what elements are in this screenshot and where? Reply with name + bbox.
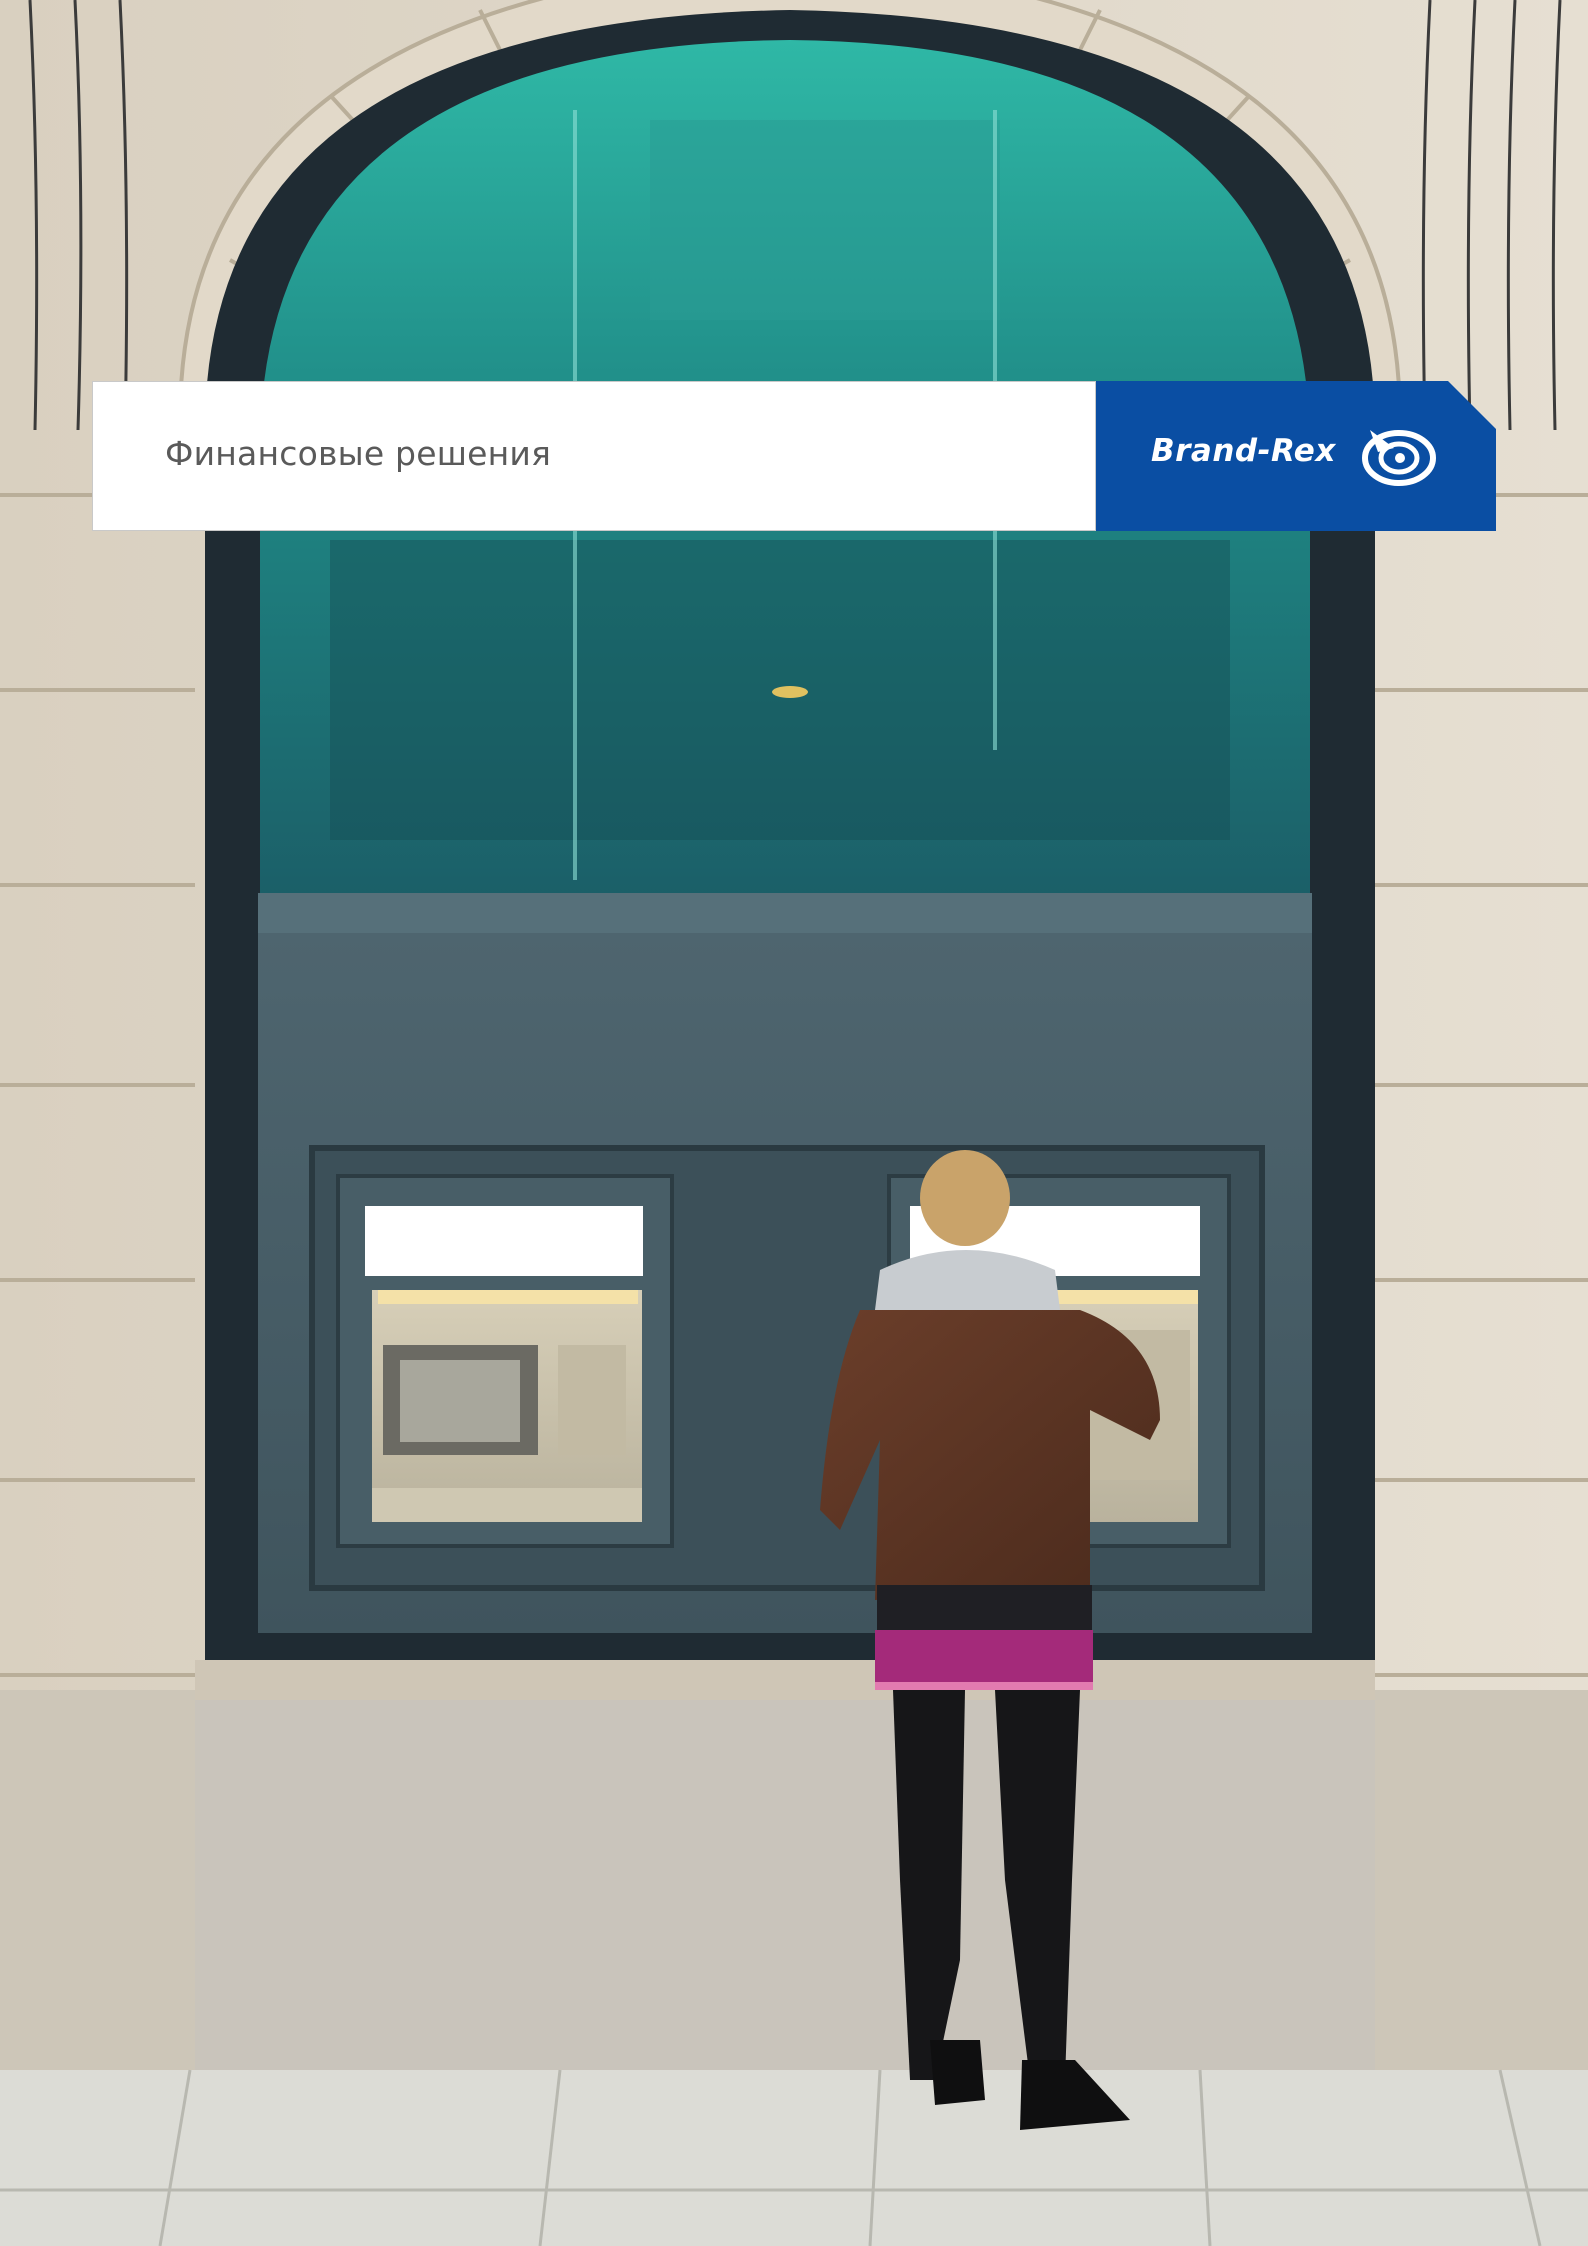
- brand-name: Brand-Rex: [1151, 433, 1336, 469]
- title-banner: Финансовые решения Brand-Rex: [92, 381, 1496, 531]
- page-title: Финансовые решения: [165, 434, 552, 473]
- brand-rex-logo-icon: [1362, 430, 1436, 486]
- brand-logo-box: Brand-Rex: [1096, 381, 1496, 531]
- banner-title-box: Финансовые решения: [92, 381, 1096, 531]
- atm-street-photo: [0, 0, 1588, 2246]
